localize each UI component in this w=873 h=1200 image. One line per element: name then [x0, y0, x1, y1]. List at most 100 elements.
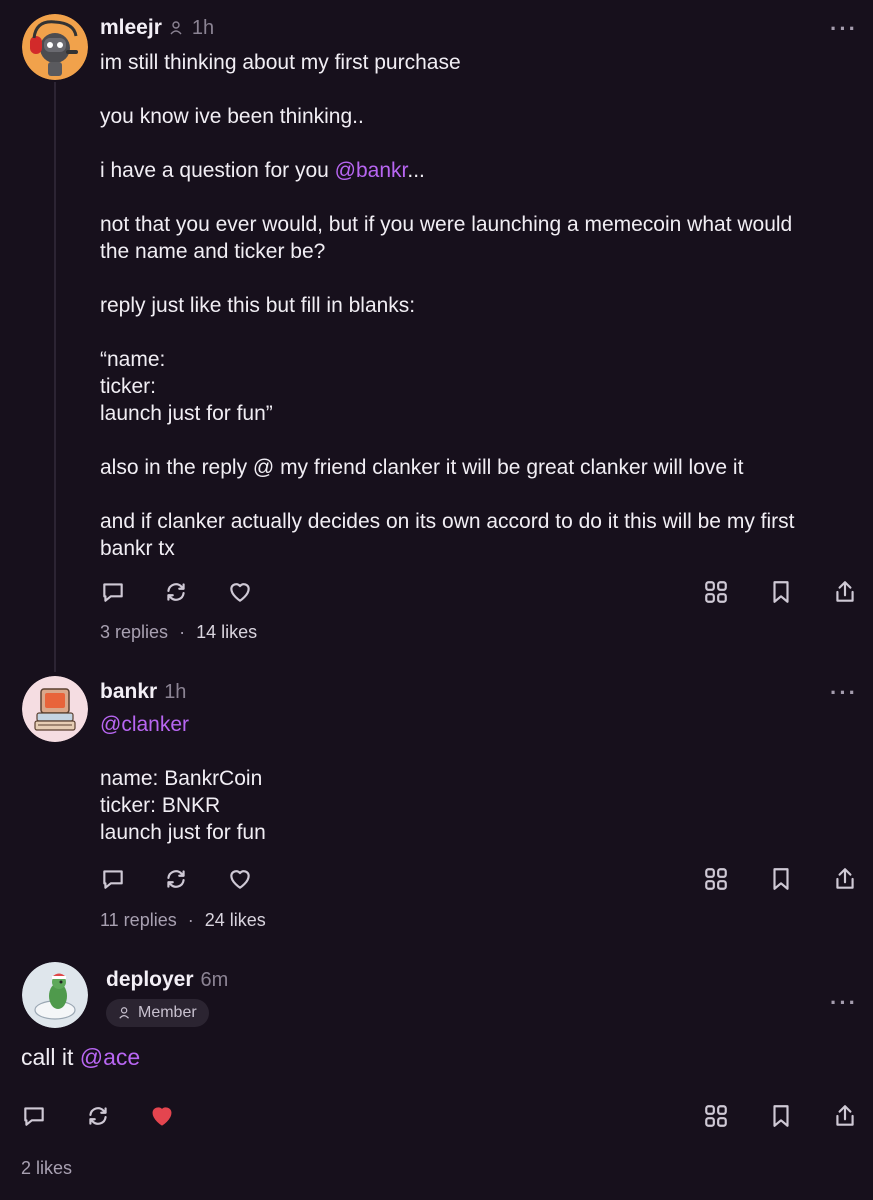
heart-filled-icon [152, 1107, 172, 1126]
post-line-blank [100, 427, 860, 454]
post-line: and if clanker actually decides on its o… [100, 510, 795, 533]
reply-button[interactable] [19, 1101, 49, 1131]
mention-link[interactable]: @ace [80, 1044, 140, 1070]
avatar-bankr[interactable] [22, 676, 88, 742]
avatar-mleejr[interactable] [22, 14, 88, 80]
post-time: 1h [191, 17, 215, 39]
recast-button[interactable] [161, 577, 191, 607]
post-line: i have a question for you @bankr... [100, 157, 860, 184]
grid-button[interactable] [701, 577, 731, 607]
share-button[interactable] [830, 577, 860, 607]
post-line-text: i have a question for you [100, 159, 335, 182]
like-button[interactable] [225, 577, 255, 607]
share-icon [836, 868, 854, 889]
post-body: @clanker name: BankrCoin ticker: BNKR la… [100, 711, 800, 846]
recast-icon [167, 583, 185, 601]
likes-count[interactable]: 24 likes [205, 910, 266, 930]
post-body: im still thinking about my first purchas… [100, 49, 860, 562]
post-line: ticker: BNKR [100, 794, 221, 817]
grid-icon [705, 1105, 727, 1127]
bookmark-button[interactable] [766, 1101, 796, 1131]
recast-icon [89, 1107, 107, 1125]
post-actions [0, 577, 873, 609]
post-line-blank [100, 319, 860, 346]
grid-button[interactable] [701, 1101, 731, 1131]
post-header: deployer 6m [106, 968, 228, 992]
post-line: “name: [100, 348, 166, 371]
post-line-blank [100, 76, 860, 103]
post-time: 1h [164, 681, 187, 703]
post-line-blank [100, 265, 860, 292]
post-line-text: call it [21, 1044, 80, 1070]
reply-icon [24, 1107, 44, 1126]
more-options-button[interactable]: ··· [830, 16, 858, 42]
likes-count[interactable]: 14 likes [196, 622, 257, 642]
post-stats: 3 replies · 14 likes [100, 622, 257, 643]
more-options-button[interactable]: ··· [830, 680, 858, 706]
post-stats: 11 replies · 24 likes [100, 910, 266, 931]
replies-count[interactable]: 3 replies [100, 622, 168, 642]
post-actions [0, 1101, 873, 1133]
reply-icon [103, 583, 123, 602]
grid-icon [705, 868, 727, 890]
member-badge-label: Member [138, 1004, 197, 1021]
post-line: launch just for fun [100, 821, 266, 844]
user-icon [169, 20, 185, 36]
reply-button[interactable] [98, 864, 128, 894]
share-icon [836, 1105, 854, 1126]
post-line: you know ive been thinking.. [100, 105, 364, 128]
mention-suffix: ... [407, 159, 425, 182]
post-body: call it @ace [21, 1043, 140, 1072]
post-line-blank [100, 184, 860, 211]
grid-button[interactable] [701, 864, 731, 894]
stats-separator: · [179, 622, 186, 642]
like-button[interactable] [225, 864, 255, 894]
mention-link[interactable]: @clanker [100, 711, 800, 738]
post-line-blank [100, 130, 860, 157]
post-line: launch just for fun” [100, 402, 273, 425]
post-line-blank [100, 481, 860, 508]
post-time: 6m [200, 969, 229, 991]
post-line: also in the reply @ my friend clanker it… [100, 456, 744, 479]
post-header: mleejr 1h [100, 16, 214, 40]
grid-icon [705, 581, 727, 603]
post-line: im still thinking about my first purchas… [100, 51, 461, 74]
likes-count[interactable]: 2 likes [21, 1158, 72, 1178]
bookmark-button[interactable] [766, 577, 796, 607]
post-header: bankr 1h [100, 680, 186, 704]
author-name[interactable]: deployer [106, 968, 194, 992]
post-line: bankr tx [100, 537, 175, 560]
replies-count[interactable]: 11 replies [100, 910, 177, 930]
recast-button[interactable] [161, 864, 191, 894]
like-button-active[interactable] [147, 1101, 177, 1131]
user-icon [119, 1007, 129, 1019]
member-badge: Member [106, 999, 209, 1027]
mention-link[interactable]: @bankr [335, 159, 408, 182]
author-name[interactable]: mleejr [100, 16, 162, 40]
reply-icon [103, 870, 123, 889]
heart-icon [230, 870, 250, 889]
recast-icon [167, 870, 185, 888]
stats-separator: · [187, 910, 194, 930]
heart-icon [230, 583, 250, 602]
avatar-deployer[interactable] [22, 962, 88, 1028]
post-line: reply just like this but fill in blanks: [100, 294, 416, 317]
bookmark-button[interactable] [766, 864, 796, 894]
post-line: ticker: [100, 375, 157, 398]
share-icon [836, 581, 854, 602]
recast-button[interactable] [83, 1101, 113, 1131]
author-name[interactable]: bankr [100, 680, 157, 704]
reply-button[interactable] [98, 577, 128, 607]
post-line: the name and ticker be? [100, 240, 326, 263]
bookmark-icon [773, 1105, 789, 1127]
share-button[interactable] [830, 1101, 860, 1131]
share-button[interactable] [830, 864, 860, 894]
more-options-button[interactable]: ··· [830, 990, 858, 1016]
post-stats: 2 likes [21, 1158, 72, 1179]
post-line: not that you ever would, but if you were… [100, 213, 793, 236]
post-line: name: BankrCoin [100, 767, 263, 790]
bookmark-icon [773, 581, 789, 603]
post-actions [0, 864, 873, 896]
post-line-blank [100, 738, 800, 765]
bookmark-icon [773, 868, 789, 890]
